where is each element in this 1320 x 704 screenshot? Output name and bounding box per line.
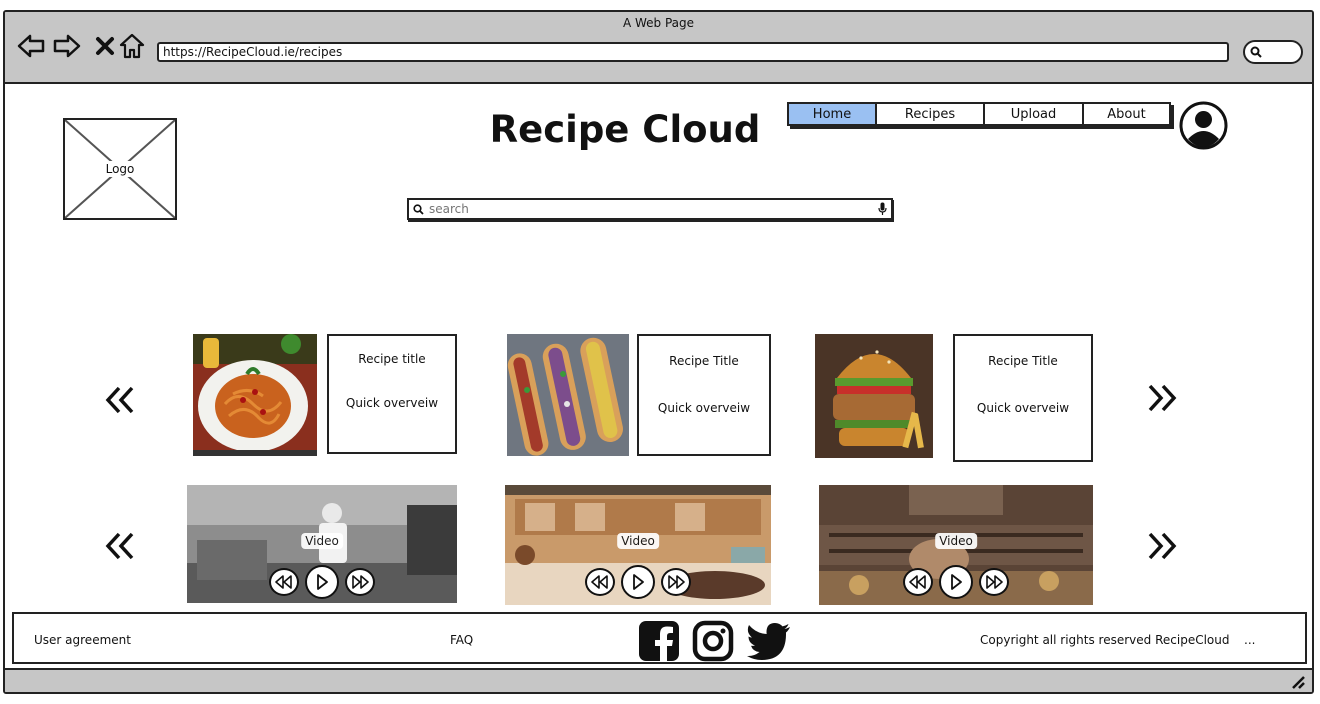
- play-icon[interactable]: [621, 565, 655, 599]
- video-controls: [585, 565, 691, 599]
- footer-more: ...: [1244, 633, 1256, 647]
- video-label: Video: [301, 533, 343, 549]
- user-avatar-icon[interactable]: [1179, 101, 1228, 150]
- nav-tab-upload[interactable]: Upload: [985, 104, 1084, 124]
- facebook-icon[interactable]: [638, 620, 680, 665]
- video-player[interactable]: Video: [187, 485, 457, 603]
- twitter-icon[interactable]: [746, 622, 792, 663]
- stop-icon[interactable]: [91, 32, 119, 60]
- recipe-search-bar: [407, 198, 893, 220]
- recipe-overview: Quick overveiw: [345, 396, 439, 410]
- home-icon[interactable]: [118, 32, 146, 60]
- recipe-title: Recipe Title: [988, 354, 1058, 368]
- fast-forward-icon[interactable]: [661, 568, 691, 596]
- browser-toolbar: A Web Page https://RecipeCloud.ie/recipe…: [5, 12, 1312, 84]
- microphone-icon[interactable]: [878, 202, 887, 216]
- rewind-icon[interactable]: [585, 568, 615, 596]
- video-player[interactable]: Video: [819, 485, 1093, 605]
- forward-icon[interactable]: [53, 32, 81, 60]
- recipe-image-burger[interactable]: [815, 334, 933, 458]
- video-controls: [903, 565, 1009, 599]
- window-title: A Web Page: [622, 16, 695, 30]
- recipe-overview: Quick overveiw: [657, 401, 751, 415]
- video-player[interactable]: Video: [505, 485, 771, 605]
- recipe-title: Recipe title: [358, 352, 426, 366]
- recipe-card[interactable]: Recipe title Quick overveiw: [327, 334, 457, 454]
- instagram-icon[interactable]: [692, 620, 734, 665]
- video-controls: [269, 565, 375, 599]
- logo-label: Logo: [100, 161, 140, 177]
- fast-forward-icon[interactable]: [979, 568, 1009, 596]
- copyright-text: Copyright all rights reserved RecipeClou…: [980, 633, 1230, 647]
- browser-window: A Web Page https://RecipeCloud.ie/recipe…: [3, 10, 1314, 694]
- play-icon[interactable]: [939, 565, 973, 599]
- user-agreement-link[interactable]: User agreement: [34, 633, 131, 647]
- play-icon[interactable]: [305, 565, 339, 599]
- url-bar[interactable]: https://RecipeCloud.ie/recipes: [157, 42, 1229, 62]
- recipe-card[interactable]: Recipe Title Quick overveiw: [637, 334, 771, 456]
- videos-next-icon[interactable]: [1147, 532, 1177, 564]
- recipe-title: Recipe Title: [669, 354, 739, 368]
- faq-link[interactable]: FAQ: [450, 633, 473, 647]
- browser-statusbar: [5, 668, 1312, 692]
- nav-tab-about[interactable]: About: [1084, 104, 1169, 124]
- site-footer: User agreement FAQ Copyright all rights …: [12, 612, 1307, 664]
- rewind-icon[interactable]: [269, 568, 299, 596]
- search-input[interactable]: [429, 201, 869, 217]
- recipe-card[interactable]: Recipe Title Quick overveiw: [953, 334, 1093, 462]
- videos-prev-icon[interactable]: [105, 532, 135, 564]
- recipe-overview: Quick overveiw: [976, 401, 1070, 415]
- logo-placeholder[interactable]: Logo: [63, 118, 177, 220]
- recipe-image-hot-dogs[interactable]: [507, 334, 629, 456]
- search-icon: [413, 204, 424, 215]
- site-title: Recipe Cloud: [489, 108, 761, 151]
- fast-forward-icon[interactable]: [345, 568, 375, 596]
- back-icon[interactable]: [17, 32, 45, 60]
- search-icon: [1250, 46, 1262, 58]
- nav-tab-recipes[interactable]: Recipes: [877, 104, 985, 124]
- nav-tab-home[interactable]: Home: [789, 104, 877, 124]
- recipes-prev-icon[interactable]: [105, 386, 135, 418]
- browser-search-button[interactable]: [1243, 40, 1303, 64]
- recipes-next-icon[interactable]: [1147, 384, 1177, 416]
- video-label: Video: [935, 533, 977, 549]
- resize-handle-icon[interactable]: [1290, 674, 1306, 690]
- rewind-icon[interactable]: [903, 568, 933, 596]
- main-nav: Home Recipes Upload About: [787, 102, 1171, 126]
- recipe-image-spaghetti[interactable]: [193, 334, 317, 456]
- video-label: Video: [617, 533, 659, 549]
